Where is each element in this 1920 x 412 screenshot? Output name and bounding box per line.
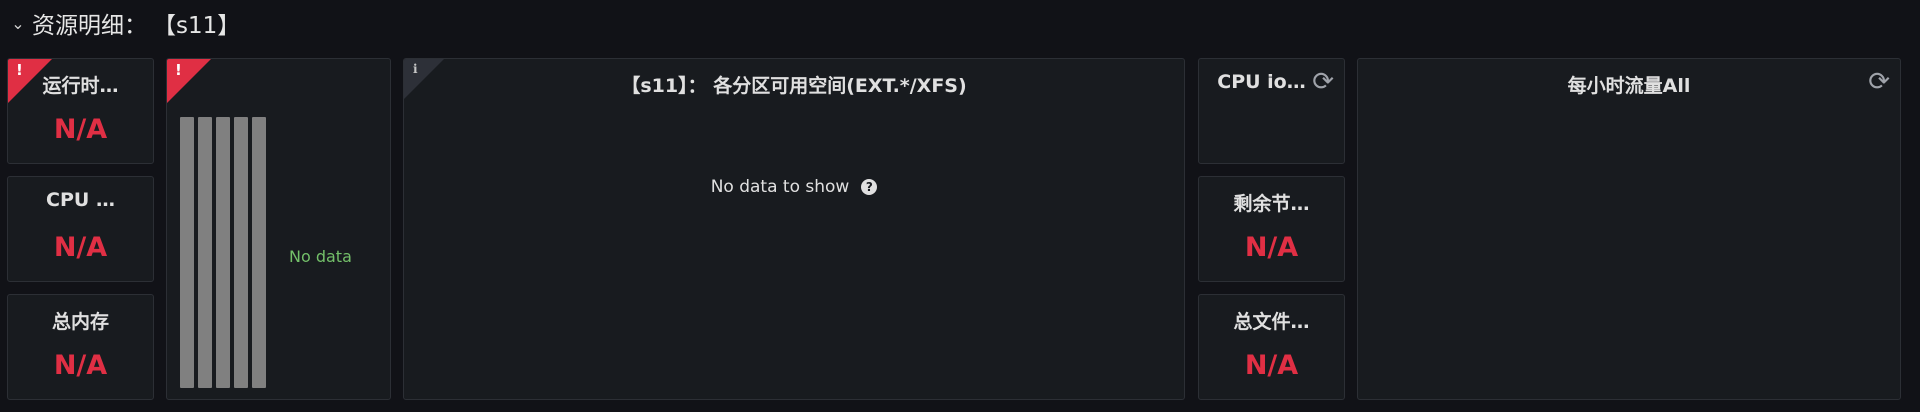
panel-title[interactable]: 每小时流量All <box>1358 71 1900 98</box>
panel-title[interactable]: CPU … <box>8 189 153 211</box>
stat-panel-uptime[interactable]: ! 运行时… N/A <box>7 58 154 164</box>
panel-title[interactable]: 剩余节… <box>1199 189 1344 216</box>
stat-panel-total-memory[interactable]: 总内存 N/A <box>7 294 154 400</box>
stat-panel-cpu-io[interactable]: CPU io… ⟳ <box>1198 58 1345 164</box>
stat-value: N/A <box>1244 232 1299 263</box>
no-data-label: No data <box>289 247 352 266</box>
partition-space-panel[interactable]: i 【s11】： 各分区可用空间(EXT.*/XFS) No data to s… <box>403 58 1185 400</box>
gauge-bar <box>252 117 266 388</box>
chevron-down-icon[interactable]: ⌄ <box>10 14 26 33</box>
stat-value: N/A <box>53 114 108 145</box>
help-icon[interactable]: ? <box>861 179 878 195</box>
panel-title[interactable]: 【s11】： 各分区可用空间(EXT.*/XFS) <box>404 71 1184 98</box>
stat-value: N/A <box>53 232 108 263</box>
refresh-icon[interactable]: ⟳ <box>1312 67 1334 97</box>
panel-title[interactable]: 总文件… <box>1199 307 1344 334</box>
refresh-icon[interactable]: ⟳ <box>1868 67 1890 97</box>
gauge-bar <box>180 117 194 388</box>
row-host: 【s11】 <box>153 13 241 39</box>
panel-title[interactable]: 运行时… <box>8 71 153 98</box>
bar-gauge-panel[interactable]: ! No data <box>166 58 391 400</box>
error-icon[interactable]: ! <box>175 61 182 79</box>
no-data-text: No data to show <box>710 177 850 197</box>
panel-title[interactable]: 总内存 <box>8 307 153 334</box>
gauge-bar <box>198 117 212 388</box>
stat-panel-total-files[interactable]: 总文件… N/A <box>1198 294 1345 400</box>
row-title: 资源明细： <box>32 13 147 39</box>
error-corner[interactable] <box>167 59 211 103</box>
row-header[interactable]: ⌄ 资源明细： 【s11】 <box>10 6 240 40</box>
stat-panel-cpu[interactable]: CPU … N/A <box>7 176 154 282</box>
gauge-bar <box>234 117 248 388</box>
hourly-traffic-panel[interactable]: 每小时流量All ⟳ <box>1357 58 1901 400</box>
stat-panel-free-inodes[interactable]: 剩余节… N/A <box>1198 176 1345 282</box>
stat-value: N/A <box>53 350 108 381</box>
no-data-message: No data to show? <box>404 177 1184 197</box>
gauge-bar <box>216 117 230 388</box>
stat-value: N/A <box>1244 350 1299 381</box>
